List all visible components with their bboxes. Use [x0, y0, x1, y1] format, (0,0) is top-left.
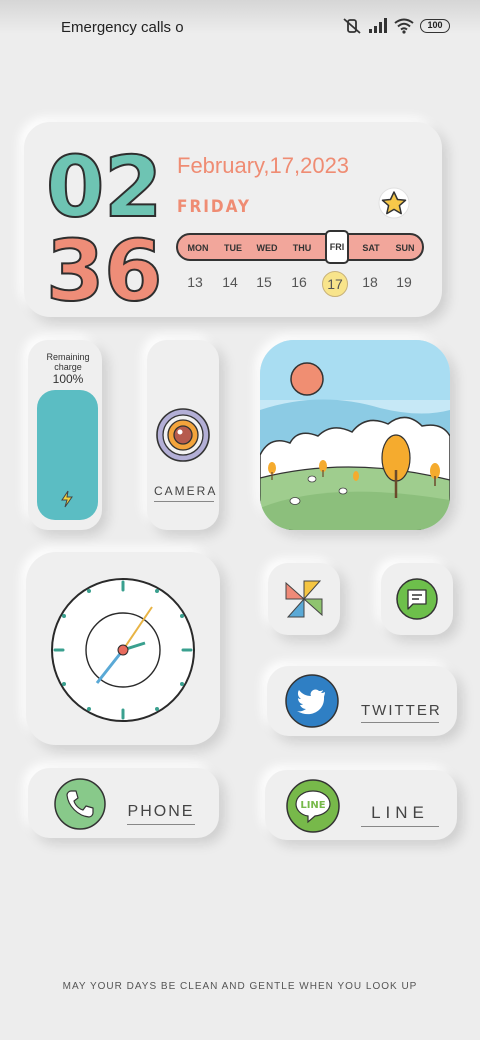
minute-ones-digit: 6	[103, 221, 163, 321]
date-label: February,17,2023	[177, 153, 350, 178]
carrier-text: Emergency calls o	[61, 19, 184, 36]
footer-quote: MAY YOUR DAYS BE CLEAN AND GENTLE WHEN Y…	[62, 981, 418, 992]
weekday-wed: WED	[256, 243, 278, 253]
camera-lens-icon	[156, 408, 210, 462]
date-17-today: 17	[322, 271, 348, 297]
landscape-picture-widget[interactable]	[260, 340, 450, 530]
week-strip: MON TUE WED THU FRI SAT SUN	[176, 230, 424, 264]
message-icon	[396, 578, 438, 620]
weekday-label: FRIDAY	[177, 197, 251, 217]
photos-pinwheel-icon	[285, 580, 323, 618]
date-15: 15	[256, 274, 272, 290]
date-13: 13	[187, 274, 203, 290]
signal-icon	[369, 18, 387, 33]
battery-title-line1: Remaining	[46, 352, 90, 362]
star-icon	[378, 187, 410, 219]
battery-percent: 100%	[52, 372, 84, 386]
weekday-tue: TUE	[224, 243, 242, 253]
twitter-label: TWITTER	[361, 702, 440, 723]
line-icon-text: LINE	[300, 800, 325, 811]
weekday-mon: MON	[187, 243, 209, 253]
mute-icon	[343, 18, 361, 34]
clock-face	[51, 578, 195, 722]
phone-label: PHONE	[127, 803, 195, 825]
camera-label: CAMERA	[154, 484, 215, 502]
date-16: 16	[291, 274, 307, 290]
weekday-sun: SUN	[395, 243, 415, 253]
weekday-thu: THU	[292, 243, 312, 253]
battery-icon: 100	[420, 19, 450, 33]
bolt-icon	[61, 490, 73, 508]
wifi-icon	[394, 18, 414, 34]
date-18: 18	[362, 274, 378, 290]
twitter-bird-icon	[285, 674, 339, 728]
status-icons: 100	[342, 17, 450, 35]
line-label: LINE	[361, 803, 439, 827]
battery-title: Remaining charge	[34, 352, 102, 372]
line-icon: LINE	[286, 779, 340, 833]
date-14: 14	[222, 274, 238, 290]
phone-handset-icon	[54, 778, 106, 830]
date-19: 19	[396, 274, 412, 290]
weekday-fri-today: FRI	[325, 230, 349, 264]
battery-title-line2: charge	[54, 362, 82, 372]
status-bar: Emergency calls o 100	[0, 0, 480, 56]
landscape-picture	[260, 340, 450, 530]
weekday-sat: SAT	[362, 243, 380, 253]
minute-tens-digit: 3	[45, 221, 105, 321]
